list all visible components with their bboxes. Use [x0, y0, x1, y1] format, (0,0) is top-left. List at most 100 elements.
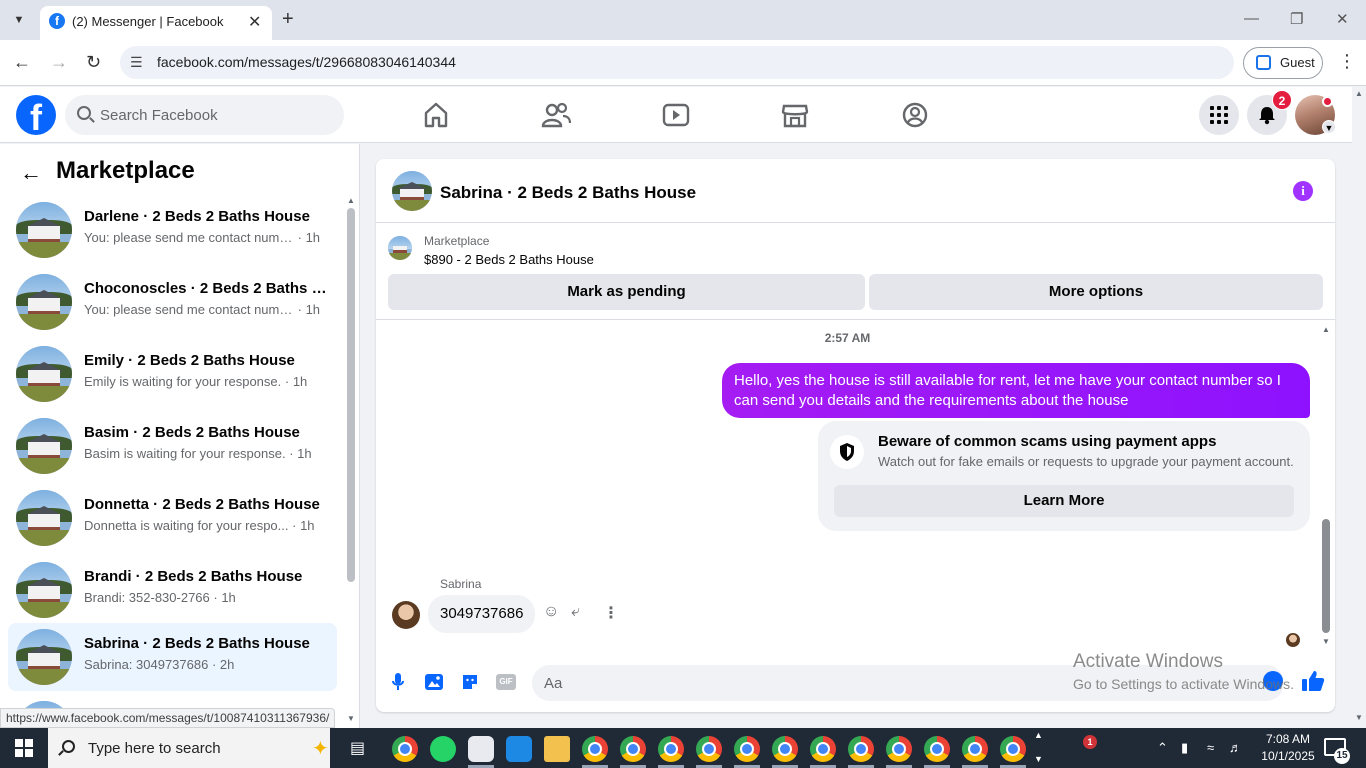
more-options-button[interactable]: More options [869, 274, 1323, 310]
chrome-app-icon[interactable] [392, 736, 418, 762]
chat-header: Sabrina · 2 Beds 2 Baths House i [376, 159, 1335, 223]
incoming-message-bubble[interactable]: 3049737686 [428, 595, 536, 633]
scroll-up-icon[interactable]: ▲ [347, 196, 355, 205]
back-arrow-icon[interactable]: ← [20, 160, 42, 186]
status-bar-url: https://www.facebook.com/messages/t/1008… [0, 708, 336, 728]
battery-icon[interactable]: ▮ [1181, 740, 1188, 756]
wifi-icon[interactable]: ≈ [1207, 740, 1214, 755]
sticker-icon[interactable] [459, 671, 481, 693]
tab-close-icon[interactable]: ✕ [248, 12, 261, 32]
chrome-profile-icon[interactable] [886, 736, 912, 762]
browser-tab[interactable]: f (2) Messenger | Facebook ✕ [40, 6, 272, 40]
restore-icon[interactable]: ❐ [1290, 10, 1303, 28]
chrome-profile-icon[interactable] [848, 736, 874, 762]
url-text[interactable]: facebook.com/messages/t/2966808304614034… [157, 54, 456, 70]
chevron-down-icon[interactable]: ▼ [1322, 120, 1336, 134]
chat-listing-avatar[interactable] [392, 171, 432, 211]
listing-thumbnail[interactable] [388, 236, 412, 260]
monday-app-icon[interactable] [506, 736, 532, 762]
conversation-name: Choconoscles · 2 Beds 2 Baths H... [84, 280, 329, 297]
reload-icon[interactable]: ↻ [86, 52, 101, 73]
conversation-item[interactable]: Brandi · 2 Beds 2 Baths House Brandi: 35… [8, 556, 337, 624]
home-icon[interactable] [421, 101, 451, 129]
mark-as-pending-button[interactable]: Mark as pending [388, 274, 865, 310]
conversation-item-active[interactable]: Sabrina · 2 Beds 2 Baths House Sabrina: … [8, 623, 337, 691]
friends-icon[interactable] [541, 101, 571, 129]
chrome-profile-icon[interactable] [924, 736, 950, 762]
page-scrollbar[interactable]: ▲ ▼ [1352, 87, 1366, 728]
chrome-profile-icon[interactable] [734, 736, 760, 762]
scrollbar-thumb[interactable] [1322, 519, 1330, 633]
listing-price-title[interactable]: $890 - 2 Beds 2 Baths House [424, 252, 594, 267]
chat-scrollbar[interactable]: ▲ ▼ [1319, 323, 1333, 649]
chrome-profile-icon[interactable] [696, 736, 722, 762]
chrome-profile-icon[interactable] [962, 736, 988, 762]
gif-icon[interactable]: GIF [495, 671, 517, 693]
info-icon[interactable]: i [1293, 181, 1313, 201]
reply-icon[interactable]: ⤶ [571, 603, 580, 621]
browser-menu-icon[interactable]: ⋮ [1338, 51, 1356, 72]
video-icon[interactable] [661, 101, 691, 129]
facebook-search-input[interactable] [100, 95, 330, 135]
groups-icon[interactable] [900, 101, 930, 129]
volume-icon[interactable]: ♬ [1229, 740, 1242, 755]
sender-avatar[interactable] [392, 601, 420, 629]
chrome-profile-icon[interactable] [658, 736, 684, 762]
facebook-search[interactable] [65, 95, 344, 135]
taskbar-search[interactable]: Type here to search ✦ [48, 728, 330, 768]
windows-start-icon[interactable] [0, 728, 48, 768]
whatsapp-app-icon[interactable] [430, 736, 456, 762]
scroll-up-icon[interactable]: ▲ [1322, 325, 1330, 334]
conversation-item[interactable]: Donnetta · 2 Beds 2 Baths House Donnetta… [8, 484, 337, 552]
paint-app-icon[interactable] [468, 736, 494, 762]
taskbar-scroll-down-icon[interactable]: ▼ [1034, 754, 1043, 764]
conversation-item[interactable]: Emily · 2 Beds 2 Baths House Emily is wa… [8, 340, 337, 408]
taskbar-time[interactable]: 7:08 AM [1258, 732, 1318, 746]
listing-bar: Marketplace $890 - 2 Beds 2 Baths House … [376, 224, 1335, 320]
chat-title[interactable]: Sabrina · 2 Beds 2 Baths House [440, 183, 696, 203]
chrome-profile-icon[interactable] [1000, 736, 1026, 762]
more-actions-icon[interactable]: ⋮ [603, 603, 619, 623]
search-highlight-icon: ✦ [312, 738, 329, 760]
forward-icon[interactable]: → [50, 52, 68, 73]
new-tab-icon[interactable]: + [282, 8, 294, 31]
file-explorer-icon[interactable] [544, 736, 570, 762]
scroll-up-icon[interactable]: ▲ [1355, 89, 1363, 98]
chrome-profile-icon[interactable] [772, 736, 798, 762]
guest-profile-button[interactable]: Guest [1243, 47, 1323, 79]
chrome-profile-icon[interactable] [620, 736, 646, 762]
scroll-down-icon[interactable]: ▼ [1322, 637, 1330, 646]
facebook-logo-icon[interactable]: f [16, 95, 56, 135]
scrollbar-thumb[interactable] [347, 208, 355, 582]
conversation-preview: You: please send me contact number [84, 302, 294, 317]
site-info-icon[interactable]: ☰ [130, 54, 143, 71]
marketplace-icon[interactable] [780, 101, 810, 129]
outgoing-message-bubble[interactable]: Hello, yes the house is still available … [722, 363, 1310, 418]
tab-title: (2) Messenger | Facebook [72, 14, 224, 29]
minimize-icon[interactable]: — [1244, 10, 1259, 27]
scroll-down-icon[interactable]: ▼ [347, 714, 355, 723]
thumbs-up-icon[interactable] [1300, 668, 1326, 694]
microphone-icon[interactable] [387, 671, 409, 693]
taskbar-search-placeholder: Type here to search [88, 740, 221, 757]
conversations-scrollbar[interactable]: ▲ ▼ [345, 196, 355, 726]
tray-chevron-up-icon[interactable]: ⌃ [1157, 740, 1168, 756]
conversation-item[interactable]: Basim · 2 Beds 2 Baths House Basim is wa… [8, 412, 337, 480]
address-bar[interactable]: ☰ facebook.com/messages/t/29668083046140… [120, 46, 1234, 79]
photo-icon[interactable] [423, 671, 445, 693]
conversation-item[interactable]: Darlene · 2 Beds 2 Baths House You: plea… [8, 196, 337, 264]
react-emoji-icon[interactable]: ☺ [543, 603, 559, 621]
chrome-profile-icon[interactable] [582, 736, 608, 762]
window-close-icon[interactable]: ✕ [1336, 10, 1349, 28]
taskbar-scroll-up-icon[interactable]: ▲ [1034, 730, 1043, 740]
chrome-profile-icon[interactable] [810, 736, 836, 762]
tab-search-dropdown-icon[interactable]: ▼ [6, 8, 32, 32]
menu-button[interactable] [1199, 95, 1239, 135]
scroll-down-icon[interactable]: ▼ [1355, 713, 1363, 722]
learn-more-button[interactable]: Learn More [834, 485, 1294, 517]
conversation-time: 1h [292, 374, 308, 389]
task-view-icon[interactable]: ▤ [350, 738, 365, 758]
back-icon[interactable]: ← [13, 52, 31, 73]
conversation-item[interactable]: Choconoscles · 2 Beds 2 Baths H... You: … [8, 268, 337, 336]
taskbar-date[interactable]: 10/1/2025 [1258, 749, 1318, 763]
